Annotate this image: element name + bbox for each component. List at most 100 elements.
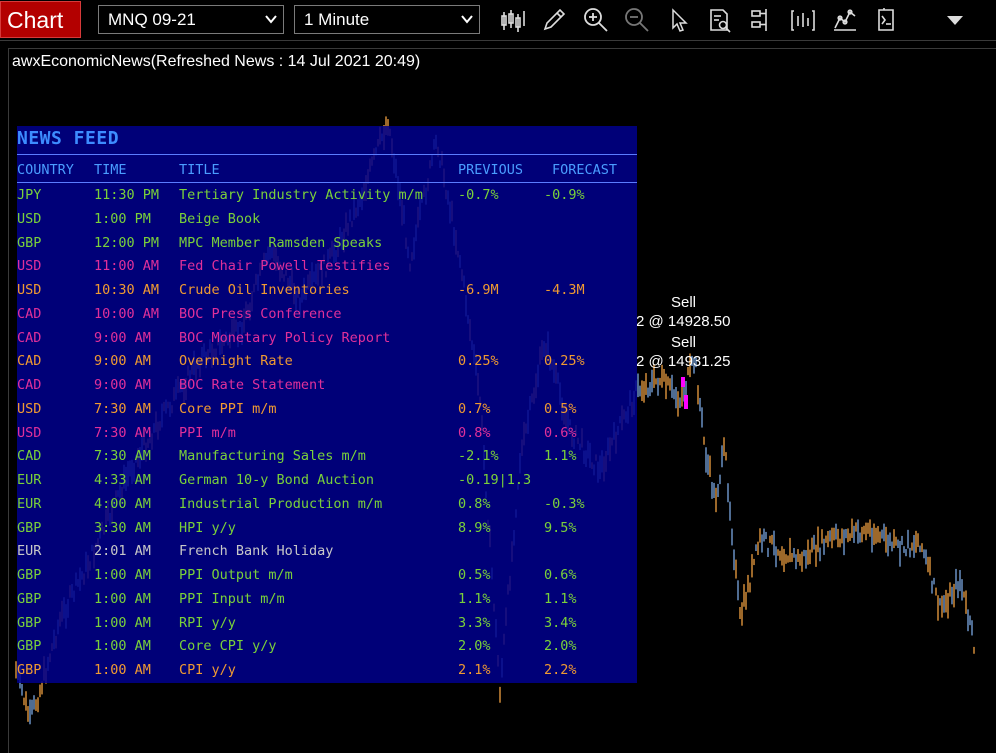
- news-forecast: 3.4%: [544, 614, 577, 631]
- news-time: 1:00 PM: [94, 210, 151, 227]
- news-row[interactable]: CAD 9:00 AM Overnight Rate 0.25% 0.25%: [17, 353, 637, 376]
- header-title: TITLE: [179, 162, 220, 178]
- news-row[interactable]: USD 7:30 AM Core PPI m/m 0.7% 0.5%: [17, 401, 637, 424]
- news-title-cell: CPI y/y: [179, 662, 236, 678]
- news-country: GBP: [17, 614, 42, 631]
- news-row[interactable]: GBP 1:00 AM Core CPI y/y 2.0% 2.0%: [17, 638, 637, 661]
- news-row[interactable]: USD 11:00 AM Fed Chair Powell Testifies: [17, 258, 637, 281]
- news-title-cell: BOC Rate Statement: [179, 377, 326, 393]
- news-country: USD: [17, 258, 42, 275]
- news-forecast: 1.1%: [544, 448, 577, 465]
- news-title-cell: French Bank Holiday: [179, 543, 334, 560]
- news-title-cell: PPI Input m/m: [179, 590, 285, 607]
- news-time: 9:00 AM: [94, 353, 151, 370]
- news-forecast: 1.1%: [544, 590, 577, 607]
- news-previous: 0.7%: [458, 400, 491, 417]
- news-row[interactable]: GBP 1:00 AM PPI Output m/m 0.5% 0.6%: [17, 567, 637, 590]
- news-previous: 2.0%: [458, 638, 491, 655]
- news-feed-panel: NEWS FEED COUNTRY TIME TITLE PREVIOUS FO…: [17, 126, 637, 683]
- news-row[interactable]: EUR 4:33 AM German 10-y Bond Auction -0.19|…: [17, 472, 637, 495]
- news-row[interactable]: EUR 2:01 AM French Bank Holiday: [17, 543, 637, 566]
- news-forecast: 2.0%: [544, 638, 577, 655]
- news-feed-title: NEWS FEED: [17, 128, 120, 149]
- news-title-cell: Fed Chair Powell Testifies: [179, 258, 391, 275]
- sell-marker-2[interactable]: [684, 395, 688, 409]
- news-previous: 0.25%: [458, 353, 499, 370]
- news-row[interactable]: GBP 12:00 PM MPC Member Ramsden Speaks: [17, 235, 637, 258]
- news-row[interactable]: JPY 11:30 PM Tertiary Industry Activity m/…: [17, 187, 637, 210]
- news-previous: -2.1%: [458, 448, 499, 465]
- header-previous: PREVIOUS: [458, 162, 524, 178]
- news-time: 7:30 AM: [94, 424, 151, 441]
- news-time: 3:30 AM: [94, 519, 151, 536]
- news-country: CAD: [17, 305, 42, 322]
- news-row[interactable]: EUR 4:00 AM Industrial Production m/m 0.8% -…: [17, 496, 637, 519]
- news-forecast: -0.9%: [544, 187, 585, 203]
- news-previous: -0.19|1.3: [458, 472, 532, 488]
- news-country: GBP: [17, 519, 42, 536]
- news-header-bottom-rule: [17, 182, 637, 183]
- indicator-label: awxEconomicNews(Refreshed News : 14 Jul …: [12, 53, 421, 70]
- news-time: 4:00 AM: [94, 495, 151, 512]
- news-time: 1:00 AM: [94, 567, 151, 583]
- news-previous: -0.7%: [458, 187, 499, 203]
- news-row[interactable]: CAD 10:00 AM BOC Press Conference: [17, 306, 637, 329]
- news-row[interactable]: GBP 1:00 AM RPI y/y 3.3% 3.4%: [17, 615, 637, 638]
- news-time: 4:33 AM: [94, 472, 151, 488]
- news-title-cell: Crude Oil Inventories: [179, 282, 350, 298]
- news-row[interactable]: GBP 3:30 AM HPI y/y 8.9% 9.5%: [17, 520, 637, 543]
- sell-label-2: Sell: [671, 334, 697, 351]
- news-row[interactable]: CAD 9:00 AM BOC Rate Statement: [17, 377, 637, 400]
- news-country: GBP: [17, 638, 42, 655]
- news-title-cell: Core CPI y/y: [179, 638, 277, 655]
- news-header-top-rule: [17, 154, 637, 155]
- news-time: 11:30 PM: [94, 187, 160, 203]
- news-country: USD: [17, 210, 42, 227]
- news-title-cell: HPI y/y: [179, 519, 236, 536]
- news-row[interactable]: CAD 9:00 AM BOC Monetary Policy Report: [17, 330, 637, 353]
- news-previous: 1.1%: [458, 590, 491, 607]
- news-country: CAD: [17, 353, 42, 370]
- news-forecast: 2.2%: [544, 662, 577, 678]
- sell-price-2: 2 @ 14931.25: [636, 353, 731, 370]
- news-country: JPY: [17, 187, 42, 203]
- news-title-cell: MPC Member Ramsden Speaks: [179, 234, 383, 251]
- news-row[interactable]: GBP 1:00 AM PPI Input m/m 1.1% 1.1%: [17, 591, 637, 614]
- news-previous: -6.9M: [458, 282, 499, 298]
- news-forecast: 0.6%: [544, 567, 577, 583]
- header-country: COUNTRY: [17, 162, 74, 178]
- news-time: 7:30 AM: [94, 400, 151, 417]
- news-title-cell: Industrial Production m/m: [179, 495, 383, 512]
- news-time: 1:00 AM: [94, 662, 151, 678]
- news-country: GBP: [17, 662, 42, 678]
- news-row[interactable]: CAD 7:30 AM Manufacturing Sales m/m -2.1% 1.…: [17, 448, 637, 471]
- news-country: CAD: [17, 329, 42, 346]
- news-title-cell: PPI Output m/m: [179, 567, 293, 583]
- news-time: 2:01 AM: [94, 543, 151, 560]
- news-previous: 2.1%: [458, 662, 491, 678]
- news-previous: 0.8%: [458, 424, 491, 441]
- news-row[interactable]: USD 7:30 AM PPI m/m 0.8% 0.6%: [17, 425, 637, 448]
- news-title-cell: PPI m/m: [179, 424, 236, 441]
- news-country: GBP: [17, 234, 42, 251]
- news-country: GBP: [17, 590, 42, 607]
- news-title-cell: Tertiary Industry Activity m/m: [179, 187, 423, 203]
- header-forecast: FORECAST: [552, 162, 618, 178]
- sell-marker-1[interactable]: [681, 377, 685, 387]
- news-time: 7:30 AM: [94, 448, 151, 465]
- news-row[interactable]: GBP 1:00 AM CPI y/y 2.1% 2.2%: [17, 662, 637, 685]
- news-title-cell: BOC Press Conference: [179, 305, 342, 322]
- header-time: TIME: [94, 162, 127, 178]
- news-forecast: 0.25%: [544, 353, 585, 370]
- news-row[interactable]: USD 1:00 PM Beige Book: [17, 211, 637, 234]
- news-title-cell: Overnight Rate: [179, 353, 293, 370]
- news-title-cell: Core PPI m/m: [179, 400, 277, 417]
- news-forecast: -4.3M: [544, 282, 585, 298]
- news-title-cell: Beige Book: [179, 210, 261, 227]
- news-time: 12:00 PM: [94, 234, 160, 251]
- news-previous: 8.9%: [458, 519, 491, 536]
- news-time: 9:00 AM: [94, 377, 151, 393]
- news-row[interactable]: USD 10:30 AM Crude Oil Inventories -6.9M -4.…: [17, 282, 637, 305]
- news-time: 10:00 AM: [94, 305, 160, 322]
- news-forecast: 0.5%: [544, 400, 577, 417]
